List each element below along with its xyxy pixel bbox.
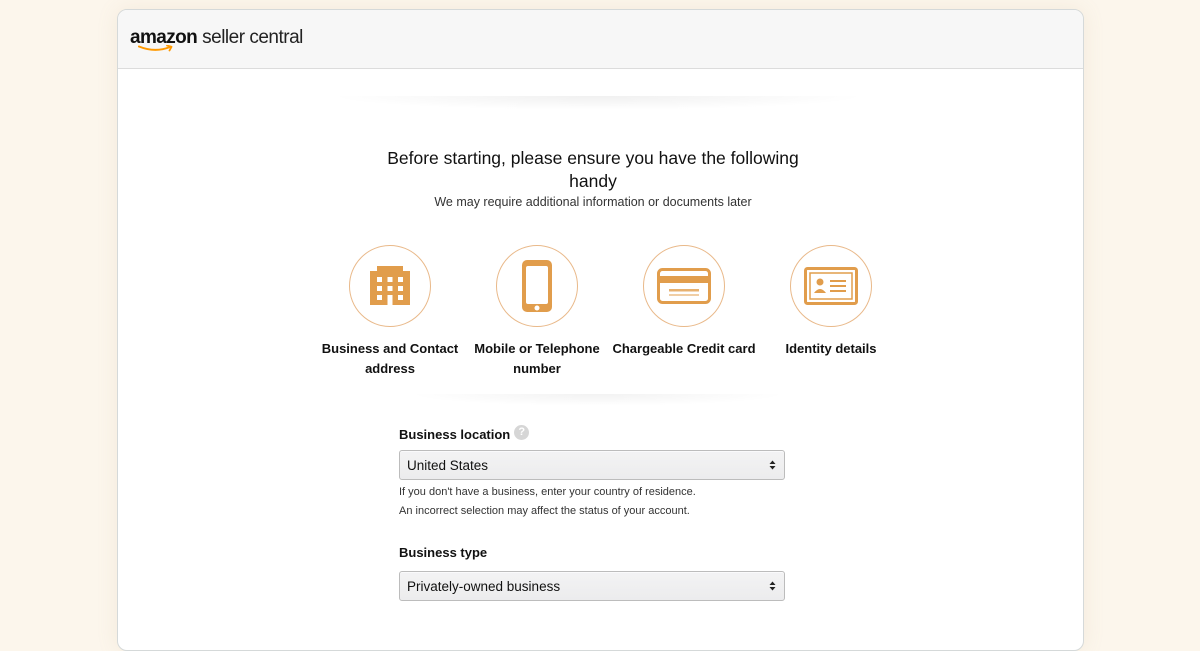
- requirement-credit-card: Chargeable Credit card: [609, 245, 759, 359]
- business-info-form: Business location ? United States If you…: [399, 424, 787, 601]
- business-location-value: United States: [407, 457, 489, 473]
- business-location-label: Business location ?: [399, 424, 787, 444]
- requirement-label: Mobile or Telephone number: [474, 341, 600, 376]
- business-location-label-text: Business location: [399, 426, 511, 442]
- business-location-select[interactable]: United States: [399, 450, 785, 480]
- amazon-smile-icon: [138, 45, 173, 52]
- hint-line: If you don't have a business, enter your…: [399, 486, 696, 498]
- logo-subtitle: seller central: [202, 27, 303, 48]
- business-type-label: Business type: [399, 542, 787, 562]
- select-arrows-icon: [769, 581, 776, 591]
- requirement-label: Business and Contact address: [321, 341, 459, 376]
- requirement-icon-circle: [349, 245, 431, 327]
- requirement-phone-number: Mobile or Telephone number: [462, 245, 612, 379]
- mobile-phone-icon: [522, 260, 552, 312]
- requirement-icon-circle: [643, 245, 725, 327]
- hint-line: An incorrect selection may affect the st…: [399, 505, 690, 517]
- business-type-value: Privately-owned business: [407, 578, 561, 594]
- business-location-hint: If you don't have a business, enter your…: [399, 483, 787, 521]
- section-divider-shadow: [408, 394, 788, 406]
- requirement-business-address: Business and Contact address: [315, 245, 465, 379]
- requirement-icon-circle: [496, 245, 578, 327]
- intro-title: Before starting, please ensure you have …: [387, 148, 799, 191]
- business-type-select[interactable]: Privately-owned business: [399, 571, 785, 601]
- id-card-icon: [804, 267, 858, 305]
- help-icon[interactable]: ?: [514, 424, 530, 440]
- requirement-label: Identity details: [785, 341, 877, 356]
- section-divider-shadow: [328, 96, 868, 110]
- seller-central-window: amazon seller central Before starting, p…: [117, 9, 1084, 651]
- requirement-label: Chargeable Credit card: [612, 341, 756, 356]
- credit-card-icon: [657, 268, 711, 304]
- business-type-label-text: Business type: [399, 544, 488, 560]
- select-arrows-icon: [769, 460, 776, 470]
- requirement-identity-details: Identity details: [756, 245, 906, 359]
- building-icon: [370, 266, 410, 305]
- amazon-seller-central-logo[interactable]: amazon seller central: [130, 26, 303, 56]
- requirement-icon-circle: [790, 245, 872, 327]
- header-bar: amazon seller central: [118, 10, 1083, 69]
- intro-subtitle: We may require additional information or…: [434, 195, 752, 209]
